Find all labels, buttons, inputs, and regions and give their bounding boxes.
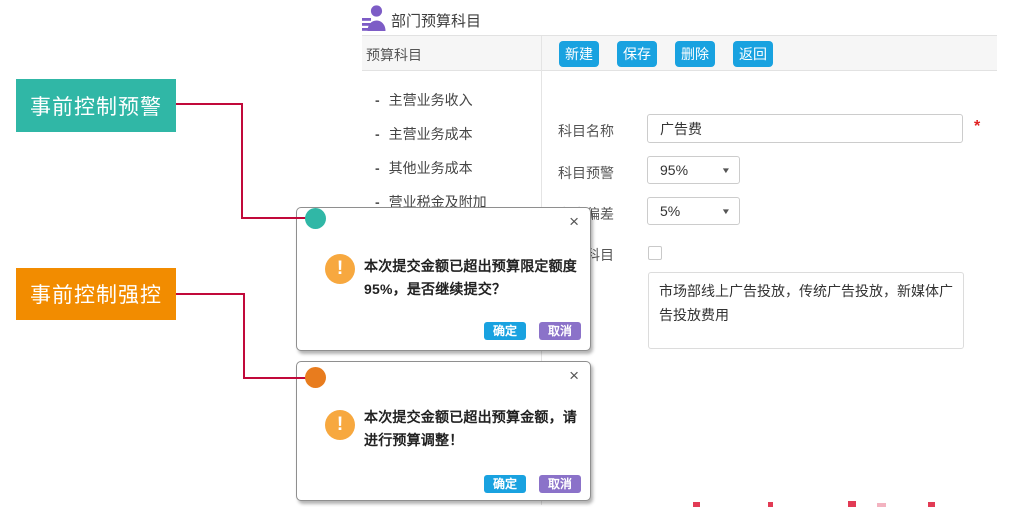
dialog-message-line1: 本次提交金额已超出预算金额，请 — [364, 406, 586, 429]
description-textarea[interactable]: 市场部线上广告投放，传统广告投放，新媒体广告投放费用 — [648, 272, 964, 349]
save-button[interactable]: 保存 — [617, 41, 657, 67]
exclamation-icon: ! — [325, 254, 355, 284]
sidebar-item-other-cost[interactable]: - 其他业务成本 — [375, 158, 473, 178]
connector-line — [241, 103, 243, 219]
orange-marker-dot — [305, 367, 326, 388]
cancel-button[interactable]: 取消 — [539, 322, 581, 340]
dialog-message-line1: 本次提交金额已超出预算限定额度 — [364, 255, 586, 278]
budget-exceeded-dialog: × ! 本次提交金额已超出预算金额，请 进行预算调整！ 确定 取消 — [296, 361, 591, 501]
tree-bullet: - — [375, 160, 380, 176]
sidebar-item-main-revenue[interactable]: - 主营业务收入 — [375, 90, 473, 110]
cropped-artifact — [928, 502, 935, 507]
dialog-message: 本次提交金额已超出预算限定额度 95%，是否继续提交？ — [364, 255, 586, 301]
divider — [362, 70, 997, 71]
sidebar-item-label: 主营业务收入 — [389, 90, 473, 110]
sidebar-item-label: 主营业务成本 — [389, 124, 473, 144]
screen: 部门预算科目 预算科目 新建 保存 删除 返回 - 主营业务收入 - 主营业务成… — [0, 0, 1013, 507]
subject-name-input[interactable] — [647, 114, 963, 143]
connector-line — [243, 293, 245, 379]
subject-warning-label: 科目预警 — [558, 163, 622, 183]
dialog-buttons: 确定 取消 — [484, 322, 581, 340]
sidebar-title: 预算科目 — [366, 45, 422, 65]
connector-line — [241, 217, 307, 219]
dialog-message-line2: 进行预算调整！ — [364, 429, 586, 452]
confirm-button[interactable]: 确定 — [484, 475, 526, 493]
sidebar-item-label: 其他业务成本 — [389, 158, 473, 178]
pre-control-force-callout: 事前控制强控 — [16, 268, 176, 320]
tree-bullet: - — [375, 126, 380, 142]
page-title: 部门预算科目 — [391, 10, 481, 31]
new-button[interactable]: 新建 — [559, 41, 599, 67]
subject-name-label: 科目名称 — [558, 121, 622, 141]
cropped-artifact — [877, 503, 886, 507]
tree-bullet: - — [375, 92, 380, 108]
confirm-button[interactable]: 确定 — [484, 322, 526, 340]
toolbar-buttons: 新建 保存 删除 返回 — [559, 41, 773, 67]
caret-down-icon: ▼ — [721, 166, 731, 175]
caret-down-icon: ▼ — [721, 207, 731, 216]
sidebar-item-main-cost[interactable]: - 主营业务成本 — [375, 124, 473, 144]
connector-line — [176, 293, 244, 295]
connector-line — [176, 103, 242, 105]
required-marker: * — [974, 118, 980, 136]
dialog-message-line2: 95%，是否继续提交？ — [364, 278, 586, 301]
divider — [362, 35, 997, 36]
allowed-deviation-select[interactable]: 5% ▼ — [647, 197, 740, 225]
back-button[interactable]: 返回 — [733, 41, 773, 67]
subject-warning-select[interactable]: 95% ▼ — [647, 156, 740, 184]
user-report-icon — [362, 4, 386, 32]
teal-marker-dot — [305, 208, 326, 229]
subject-warning-value: 95% — [660, 162, 722, 178]
cropped-artifact — [768, 502, 773, 507]
exclamation-icon: ! — [325, 410, 355, 440]
budget-warning-dialog: × ! 本次提交金额已超出预算限定额度 95%，是否继续提交？ 确定 取消 — [296, 207, 591, 351]
dialog-message: 本次提交金额已超出预算金额，请 进行预算调整！ — [364, 406, 586, 452]
close-icon[interactable]: × — [569, 212, 579, 232]
pre-control-warning-callout: 事前控制预警 — [16, 79, 176, 132]
connector-line — [243, 377, 307, 379]
cropped-artifact — [693, 502, 700, 507]
allowed-deviation-value: 5% — [660, 203, 722, 219]
cropped-artifact — [848, 501, 856, 507]
dialog-buttons: 确定 取消 — [484, 475, 581, 493]
delete-button[interactable]: 删除 — [675, 41, 715, 67]
cancel-button[interactable]: 取消 — [539, 475, 581, 493]
shared-subject-checkbox[interactable] — [648, 246, 662, 260]
close-icon[interactable]: × — [569, 366, 579, 386]
